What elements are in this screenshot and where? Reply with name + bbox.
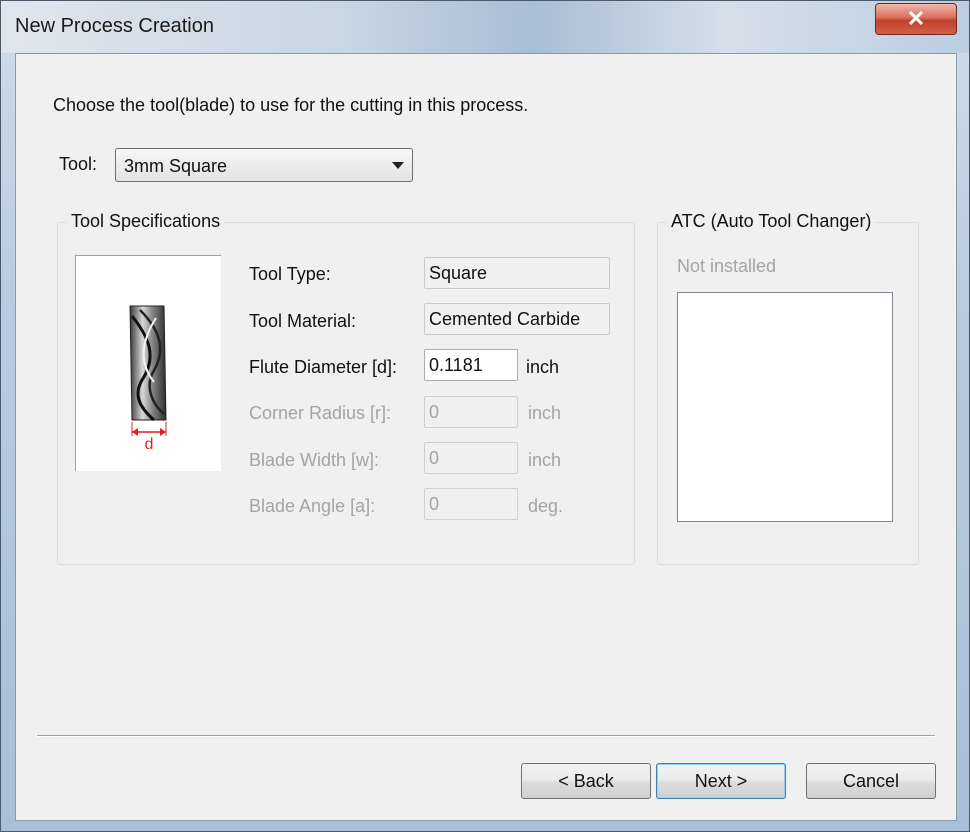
footer-separator [37, 735, 935, 737]
dimension-label: d [145, 436, 154, 453]
dialog-window: New Process Creation ✕ Choose the tool(b… [0, 0, 970, 832]
tool-type-field: Square [424, 257, 610, 289]
tool-image-panel: d [75, 255, 221, 471]
corner-radius-input: 0 [424, 396, 518, 428]
blade-width-input: 0 [424, 442, 518, 474]
flute-diameter-unit: inch [526, 357, 560, 377]
corner-radius-unit: inch [528, 403, 562, 423]
title-bar[interactable]: New Process Creation ✕ [1, 1, 969, 53]
blade-angle-input: 0 [424, 488, 518, 520]
back-button[interactable]: < Back [521, 763, 651, 799]
cancel-button[interactable]: Cancel [806, 763, 936, 799]
atc-title: ATC (Auto Tool Changer) [667, 211, 876, 232]
tool-material-label: Tool Material: [249, 311, 357, 331]
window-title: New Process Creation [15, 15, 214, 37]
tool-select[interactable]: 3mm Square [115, 148, 413, 182]
flute-diameter-label: Flute Diameter [d]: [249, 357, 398, 377]
flute-diameter-input[interactable]: 0.1181 [424, 349, 518, 381]
tool-label: Tool: [59, 154, 98, 174]
corner-radius-label: Corner Radius [r]: [249, 403, 392, 423]
close-icon: ✕ [906, 6, 926, 31]
blade-width-label: Blade Width [w]: [249, 450, 380, 470]
chevron-down-icon [392, 162, 404, 169]
blade-angle-label: Blade Angle [a]: [249, 496, 376, 516]
atc-status: Not installed [677, 256, 777, 276]
blade-angle-unit: deg. [528, 496, 564, 516]
tool-type-label: Tool Type: [249, 264, 331, 284]
end-mill-icon: d [129, 305, 167, 453]
blade-width-unit: inch [528, 450, 562, 470]
instruction-text: Choose the tool(blade) to use for the cu… [53, 95, 529, 115]
tool-specifications-title: Tool Specifications [67, 211, 225, 232]
close-button[interactable]: ✕ [875, 3, 957, 35]
tool-select-value: 3mm Square [124, 156, 228, 176]
next-button[interactable]: Next > [656, 763, 786, 799]
tool-material-field: Cemented Carbide [424, 303, 610, 335]
atc-list-box[interactable] [677, 292, 893, 522]
